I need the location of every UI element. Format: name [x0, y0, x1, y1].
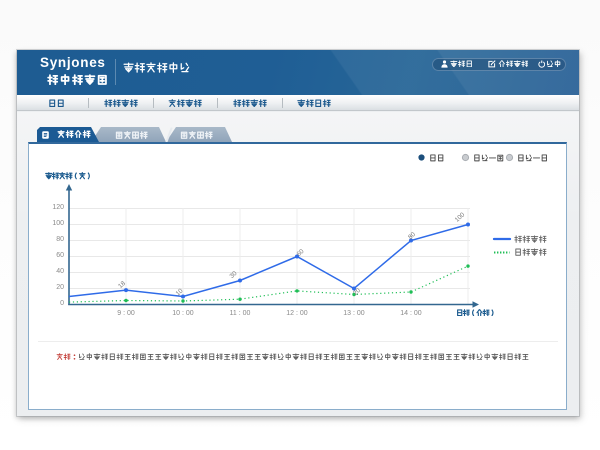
- svg-text:20: 20: [352, 287, 362, 297]
- svg-text:100: 100: [454, 211, 467, 224]
- svg-text:18: 18: [117, 280, 127, 290]
- svg-text:80: 80: [407, 231, 417, 241]
- svg-text:30: 30: [228, 270, 238, 280]
- svg-text:60: 60: [295, 248, 305, 258]
- svg-text:10: 10: [174, 287, 184, 297]
